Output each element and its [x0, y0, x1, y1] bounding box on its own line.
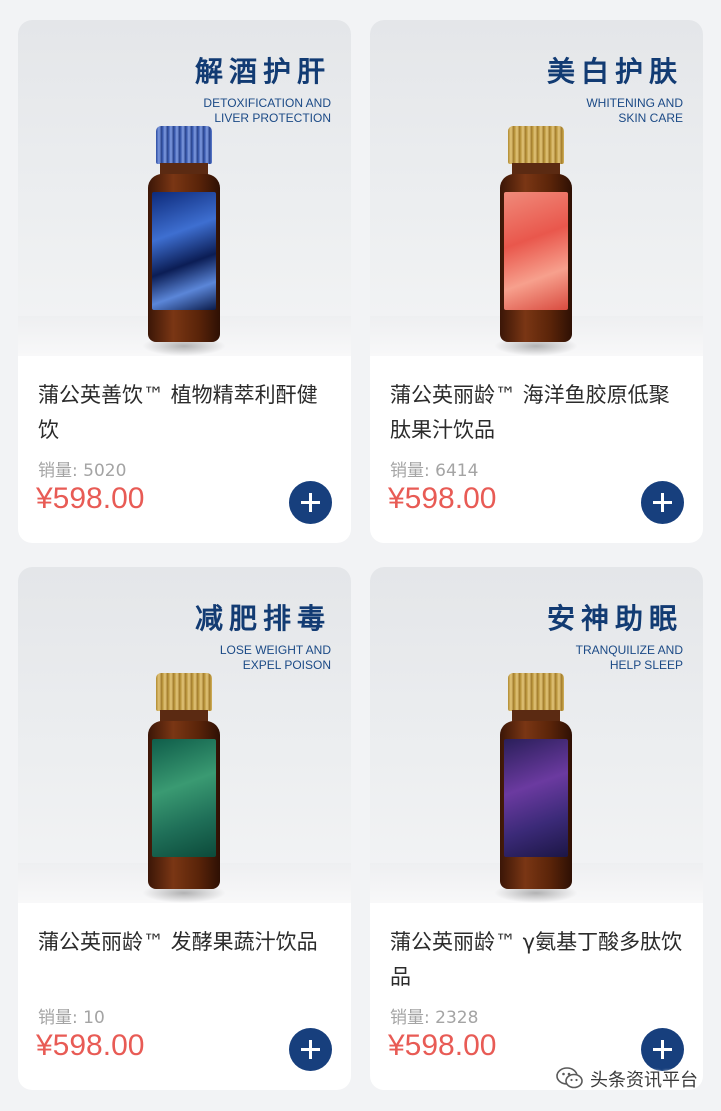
product-card[interactable]: 减肥排毒 LOSE WEIGHT AND EXPEL POISON 蒲公英丽龄™…: [18, 567, 351, 1090]
bottle-image: [494, 673, 578, 903]
wechat-icon: [556, 1067, 583, 1089]
product-price: ¥598.00: [388, 1029, 497, 1062]
benefit-subtitle: DETOXIFICATION AND LIVER PROTECTION: [203, 96, 331, 125]
sales-count: 销量: 2328: [390, 1008, 479, 1028]
bottle-cap: [156, 673, 212, 711]
benefit-title: 安神助眠: [546, 602, 683, 635]
benefit-title: 减肥排毒: [194, 602, 331, 635]
product-grid: 解酒护肝 DETOXIFICATION AND LIVER PROTECTION…: [0, 0, 721, 1111]
product-card[interactable]: 美白护肤 WHITENING AND SKIN CARE 蒲公英丽龄™ 海洋鱼胶…: [370, 20, 703, 543]
plus-icon-bar-v: [309, 493, 312, 512]
plus-icon-bar-v: [309, 1040, 312, 1059]
benefit-title: 美白护肤: [546, 55, 683, 88]
add-to-cart-button[interactable]: [641, 481, 684, 524]
product-card[interactable]: 安神助眠 TRANQUILIZE AND HELP SLEEP 蒲公英丽龄™ γ…: [370, 567, 703, 1090]
product-image: 解酒护肝 DETOXIFICATION AND LIVER PROTECTION: [18, 20, 351, 356]
product-image: 减肥排毒 LOSE WEIGHT AND EXPEL POISON: [18, 567, 351, 903]
add-to-cart-button[interactable]: [641, 1028, 684, 1071]
bottle-cap: [508, 126, 564, 164]
product-name[interactable]: 蒲公英善饮™ 植物精萃利酐健饮: [38, 378, 338, 448]
add-to-cart-button[interactable]: [289, 481, 332, 524]
product-name[interactable]: 蒲公英丽龄™ 海洋鱼胶原低聚肽果汁饮品: [390, 378, 690, 448]
sales-count: 销量: 10: [38, 1008, 105, 1028]
sales-count: 销量: 6414: [390, 461, 479, 481]
product-price: ¥598.00: [36, 1029, 145, 1062]
product-price: ¥598.00: [36, 482, 145, 515]
watermark-text: 头条资讯平台: [590, 1070, 698, 1091]
bottle-image: [142, 673, 226, 903]
product-card[interactable]: 解酒护肝 DETOXIFICATION AND LIVER PROTECTION…: [18, 20, 351, 543]
sales-count: 销量: 5020: [38, 461, 127, 481]
benefit-title: 解酒护肝: [194, 55, 331, 88]
bottle-cap: [508, 673, 564, 711]
add-to-cart-button[interactable]: [289, 1028, 332, 1071]
benefit-subtitle: LOSE WEIGHT AND EXPEL POISON: [219, 643, 331, 672]
bottle-image: [494, 126, 578, 356]
plus-icon-bar-v: [661, 1040, 664, 1059]
bottle-label: [152, 192, 216, 310]
benefit-subtitle: WHITENING AND SKIN CARE: [586, 96, 683, 125]
plus-icon-bar-v: [661, 493, 664, 512]
bottle-cap: [156, 126, 212, 164]
bottle-label: [152, 739, 216, 857]
bottle-label: [504, 192, 568, 310]
product-name[interactable]: 蒲公英丽龄™ γ氨基丁酸多肽饮品: [390, 925, 690, 995]
product-image: 安神助眠 TRANQUILIZE AND HELP SLEEP: [370, 567, 703, 903]
product-image: 美白护肤 WHITENING AND SKIN CARE: [370, 20, 703, 356]
product-name[interactable]: 蒲公英丽龄™ 发酵果蔬汁饮品: [38, 925, 338, 960]
product-price: ¥598.00: [388, 482, 497, 515]
bottle-label: [504, 739, 568, 857]
bottle-image: [142, 126, 226, 356]
benefit-subtitle: TRANQUILIZE AND HELP SLEEP: [575, 643, 683, 672]
